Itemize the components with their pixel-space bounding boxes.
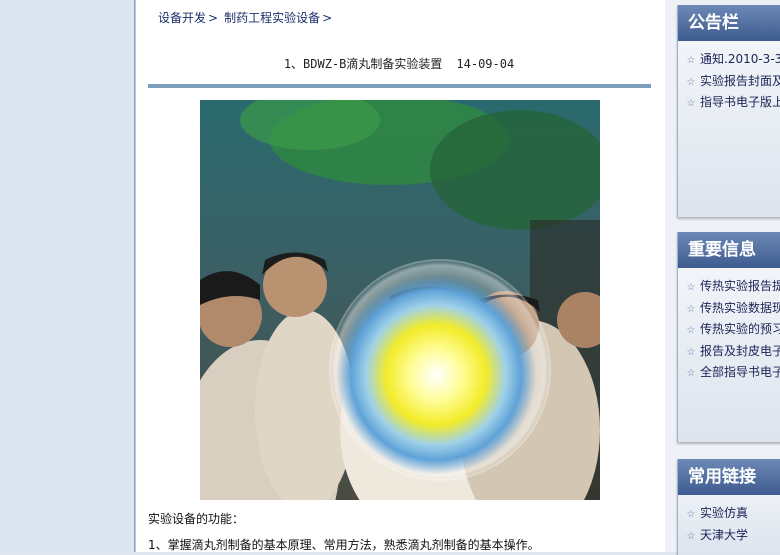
star-outline-icon: ☆	[686, 509, 696, 520]
important-info-item[interactable]: ☆ 全部指导书电子	[678, 362, 780, 384]
left-gutter	[0, 0, 135, 552]
article-area: 设备开发 > 制药工程实验设备 > 1、BDWZ-B滴丸制备实验装置 14-09-04	[148, 0, 654, 552]
star-outline-icon: ☆	[686, 303, 696, 315]
common-links-list: ☆ 实验仿真 ☆ 天津大学	[678, 495, 780, 546]
main-content: 设备开发 > 制药工程实验设备 > 1、BDWZ-B滴丸制备实验装置 14-09-04	[135, 0, 666, 552]
title-divider	[148, 84, 651, 88]
important-info-list: ☆ 传热实验报告提 ☆ 传热实验数据现 ☆ 传热实验的预习 ☆ 报告及封皮电子 ☆ 全部指…	[678, 268, 780, 384]
right-sidebar: 公告栏 ☆ 通知.2010-3-30 ☆ 实验报告封面及 ☆ 指导书电子版上 重要信息…	[665, 0, 780, 555]
star-outline-icon: ☆	[686, 325, 696, 336]
important-info-item[interactable]: ☆ 传热实验报告提	[678, 276, 780, 298]
notice-item-label: 实验报告封面及	[700, 73, 780, 88]
important-info-panel: 重要信息 ☆ 传热实验报告提 ☆ 传热实验数据现 ☆ 传热实验的预习 ☆ 报告及封皮电子…	[677, 232, 780, 442]
notice-item[interactable]: ☆ 通知.2010-3-30	[678, 49, 780, 71]
common-link-item[interactable]: ☆ 天津大学	[678, 525, 780, 547]
notice-item[interactable]: ☆ 指导书电子版上	[678, 92, 780, 114]
star-outline-icon: ☆	[686, 530, 696, 542]
important-info-item-label: 传热实验报告提	[700, 279, 780, 293]
star-outline-icon: ☆	[686, 346, 696, 358]
star-outline-icon: ☆	[686, 55, 696, 66]
breadcrumb-separator: >	[322, 11, 333, 25]
article-title-line: 1、BDWZ-B滴丸制备实验装置 14-09-04	[148, 55, 650, 72]
common-links-panel: 常用链接 ☆ 实验仿真 ☆ 天津大学	[677, 459, 780, 555]
star-outline-icon: ☆	[686, 368, 696, 379]
common-link-label: 实验仿真	[700, 506, 749, 520]
important-info-item-label: 传热实验数据现	[700, 300, 780, 315]
notice-item-label: 通知.2010-3-30	[700, 52, 780, 66]
article-title: 1、BDWZ-B滴丸制备实验装置	[283, 57, 443, 71]
common-link-item[interactable]: ☆ 实验仿真	[678, 503, 780, 525]
notice-panel: 公告栏 ☆ 通知.2010-3-30 ☆ 实验报告封面及 ☆ 指导书电子版上	[677, 5, 780, 217]
article-date: 14-09-04	[456, 57, 515, 71]
equipment-function-item-1: 1、掌握滴丸剂制备的基本原理、常用方法，熟悉滴丸剂制备的基本操作。	[148, 538, 540, 552]
notice-item-label: 指导书电子版上	[700, 95, 780, 109]
important-info-item[interactable]: ☆ 传热实验的预习	[678, 319, 780, 341]
breadcrumb-separator: >	[208, 11, 219, 25]
star-outline-icon: ☆	[686, 98, 696, 109]
important-info-panel-title: 重要信息	[678, 232, 780, 268]
important-info-item-label: 传热实验的预习	[700, 322, 780, 336]
breadcrumb: 设备开发 > 制药工程实验设备 >	[158, 9, 338, 26]
breadcrumb-link-device-development[interactable]: 设备开发	[158, 11, 206, 25]
common-links-panel-title: 常用链接	[678, 459, 780, 495]
star-outline-icon: ☆	[686, 76, 696, 88]
important-info-item[interactable]: ☆ 传热实验数据现	[678, 298, 780, 320]
important-info-item-label: 报告及封皮电子	[700, 343, 780, 358]
star-outline-icon: ☆	[686, 282, 696, 293]
notice-panel-title: 公告栏	[678, 5, 780, 41]
notice-item[interactable]: ☆ 实验报告封面及	[678, 71, 780, 93]
product-photo	[200, 100, 600, 500]
notice-list: ☆ 通知.2010-3-30 ☆ 实验报告封面及 ☆ 指导书电子版上	[678, 41, 780, 114]
breadcrumb-link-pharma-equipment[interactable]: 制药工程实验设备	[224, 11, 320, 25]
important-info-item-label: 全部指导书电子	[700, 365, 780, 379]
common-link-label: 天津大学	[700, 527, 749, 542]
equipment-function-heading: 实验设备的功能：	[148, 512, 245, 526]
important-info-item[interactable]: ☆ 报告及封皮电子	[678, 341, 780, 363]
